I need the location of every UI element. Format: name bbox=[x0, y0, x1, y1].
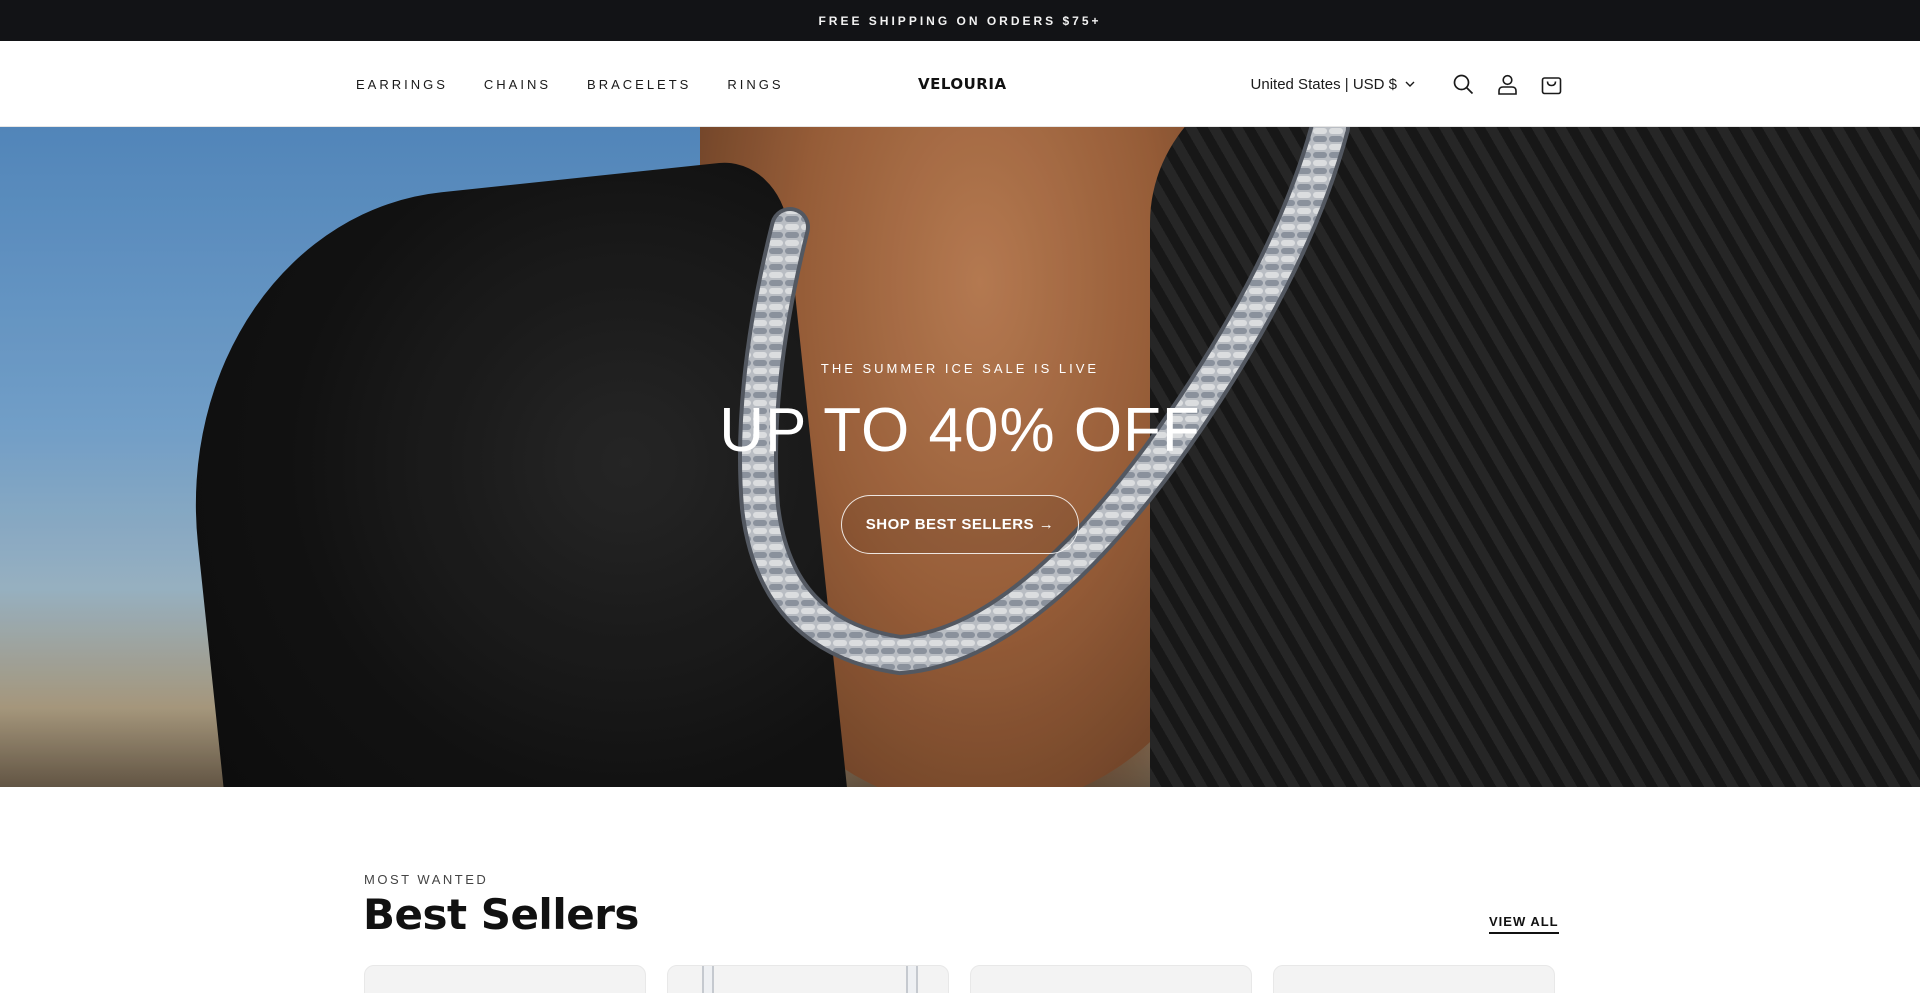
site-header: EARRINGS CHAINS BRACELETS RINGS VELOURIA… bbox=[0, 41, 1920, 127]
product-card[interactable] bbox=[1273, 965, 1555, 993]
product-card[interactable] bbox=[364, 965, 646, 993]
product-card[interactable] bbox=[970, 965, 1252, 993]
section-eyebrow: MOST WANTED bbox=[364, 872, 489, 887]
account-icon[interactable] bbox=[1495, 72, 1519, 96]
header-utilities: United States | USD $ bbox=[1251, 41, 1563, 127]
brand-logo[interactable]: VELOURIA bbox=[918, 41, 1007, 127]
brand-logo-text: VELOURIA bbox=[918, 75, 1007, 93]
nav-item-earrings[interactable]: EARRINGS bbox=[356, 77, 448, 92]
section-title: Best Sellers bbox=[363, 890, 639, 939]
hero-eyebrow: THE SUMMER ICE SALE IS LIVE bbox=[820, 361, 1100, 376]
nav-item-rings[interactable]: RINGS bbox=[727, 77, 783, 92]
hero-title: UP TO 40% OFF bbox=[719, 396, 1201, 465]
announcement-bar: FREE SHIPPING ON ORDERS $75+ bbox=[0, 0, 1920, 41]
product-card[interactable] bbox=[667, 965, 949, 993]
product-grid bbox=[364, 965, 1555, 993]
shop-best-sellers-button[interactable]: SHOP BEST SELLERS → bbox=[841, 495, 1079, 554]
view-all-link[interactable]: VIEW ALL bbox=[1489, 914, 1559, 934]
locale-selector[interactable]: United States | USD $ bbox=[1251, 76, 1415, 93]
cart-icon[interactable] bbox=[1539, 72, 1563, 96]
search-icon[interactable] bbox=[1451, 72, 1475, 96]
chevron-down-icon bbox=[1405, 81, 1415, 87]
announcement-text: FREE SHIPPING ON ORDERS $75+ bbox=[818, 13, 1102, 28]
chain-product-image bbox=[702, 966, 918, 993]
nav-item-chains[interactable]: CHAINS bbox=[484, 77, 551, 92]
locale-label: United States | USD $ bbox=[1250, 75, 1397, 93]
hero-content: THE SUMMER ICE SALE IS LIVE UP TO 40% OF… bbox=[0, 127, 1920, 787]
main-nav: EARRINGS CHAINS BRACELETS RINGS bbox=[356, 41, 820, 127]
nav-item-bracelets[interactable]: BRACELETS bbox=[587, 77, 691, 92]
hero-banner: THE SUMMER ICE SALE IS LIVE UP TO 40% OF… bbox=[0, 127, 1920, 787]
